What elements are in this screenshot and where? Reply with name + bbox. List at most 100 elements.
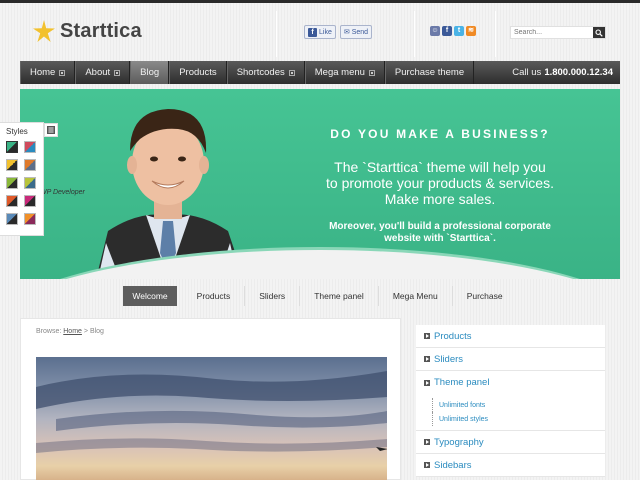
style-swatch[interactable] — [24, 177, 36, 189]
nav-item-label: Mega menu — [314, 67, 365, 78]
style-swatch[interactable] — [24, 159, 36, 171]
header: Starttica f Like ✉ Send ☺ f t ≋ — [0, 3, 640, 59]
nav-item-label: Home — [30, 67, 56, 78]
hero-sub-1: Moreover, you'll build a professional co… — [329, 221, 551, 232]
sidebar-item-label: Sidebars — [434, 459, 472, 471]
hero-sub-2: website with `Starttica`. — [384, 233, 496, 244]
logo-text: Starttica — [60, 19, 142, 42]
styles-label: Styles — [6, 127, 28, 136]
hero-line-1: The `Starttica` theme will help you — [334, 159, 546, 175]
logo[interactable]: Starttica — [32, 17, 142, 45]
sidebar-submenu: Unlimited fonts Unlimited styles — [416, 394, 605, 431]
styles-toggle-icon[interactable] — [44, 123, 58, 137]
people-icon[interactable]: ☺ — [430, 26, 440, 36]
sidebar-item-label: Products — [434, 330, 472, 342]
call-number: 1.800.000.12.34 — [544, 67, 613, 78]
rss-icon[interactable]: ≋ — [466, 26, 476, 36]
post-image[interactable] — [36, 357, 387, 480]
style-swatch[interactable] — [6, 213, 18, 225]
send-label: Send — [351, 28, 369, 36]
sidebar-item-theme-panel[interactable]: Theme panel — [416, 371, 605, 394]
breadcrumb-separator: > — [83, 328, 88, 335]
style-swatch[interactable] — [24, 141, 36, 153]
breadcrumb: Browse: Home > Blog — [36, 328, 104, 335]
call-us: Call us 1.800.000.12.34 — [512, 61, 613, 84]
arrow-bullet-icon — [424, 333, 430, 339]
send-icon: ✉ — [343, 29, 350, 36]
header-divider — [276, 11, 277, 57]
search-icon — [595, 28, 603, 37]
style-swatch[interactable] — [6, 195, 18, 207]
nav-item-shortcodes[interactable]: Shortcodes — [226, 61, 305, 84]
style-swatch[interactable] — [24, 213, 36, 225]
slider-nav: Welcome Products Sliders Theme panel Meg… — [20, 284, 620, 308]
style-swatch[interactable] — [6, 177, 18, 189]
hero-banner: WP Developer DO YOU MAKE A BUSINESS? The… — [20, 89, 620, 279]
search-box — [510, 26, 606, 39]
nav-item-label: About — [85, 67, 111, 78]
nav-item-label: Purchase theme — [394, 67, 465, 78]
subnav-item-products[interactable]: Products — [183, 286, 246, 306]
submenu-icon — [114, 69, 121, 76]
style-swatch[interactable] — [6, 141, 18, 153]
hero-headline: DO YOU MAKE A BUSINESS? — [330, 127, 550, 141]
sidebar-subitem-unlimited-styles[interactable]: Unlimited styles — [432, 412, 605, 426]
social-icons: ☺ f t ≋ — [430, 26, 476, 36]
breadcrumb-current: Blog — [89, 328, 104, 335]
arrow-bullet-icon — [424, 439, 430, 445]
send-button[interactable]: ✉ Send — [339, 25, 373, 39]
sidebar-subitem-unlimited-fonts[interactable]: Unlimited fonts — [432, 398, 605, 412]
nav-item-mega-menu[interactable]: Mega menu — [304, 61, 385, 84]
nav-item-products[interactable]: Products — [169, 61, 227, 84]
sidebar-item-sidebars[interactable]: Sidebars — [416, 454, 605, 477]
sidebar-menu: Products Sliders Theme panel Unlimited f… — [416, 325, 605, 480]
header-divider — [414, 11, 415, 57]
person-label: WP Developer — [40, 189, 85, 196]
style-swatch[interactable] — [24, 195, 36, 207]
subnav-item-theme-panel[interactable]: Theme panel — [300, 286, 379, 306]
sidebar-item-products[interactable]: Products — [416, 325, 605, 348]
breadcrumb-prefix: Browse: — [36, 328, 62, 335]
sidebar-item-typography[interactable]: Typography — [416, 431, 605, 454]
subnav-item-sliders[interactable]: Sliders — [245, 286, 301, 306]
hero-subtext: Moreover, you'll build a professional co… — [280, 221, 600, 245]
nav-item-home[interactable]: Home — [20, 61, 76, 84]
nav-item-purchase-theme[interactable]: Purchase theme — [384, 61, 475, 84]
facebook-icon: f — [308, 27, 317, 37]
search-input[interactable] — [511, 27, 593, 38]
call-label: Call us — [512, 67, 542, 78]
subnav-item-mega-menu[interactable]: Mega Menu — [379, 286, 453, 306]
nav-item-label: Blog — [140, 67, 160, 78]
hero-line-3: Make more sales. — [384, 191, 496, 207]
sidebar-item-sliders[interactable]: Sliders — [416, 348, 605, 371]
main-nav: Home About Blog Products Shortcodes Mega… — [20, 61, 620, 84]
like-button[interactable]: f Like — [304, 25, 336, 39]
sky-image — [36, 371, 387, 453]
nav-item-about[interactable]: About — [75, 61, 131, 84]
arrow-bullet-icon — [424, 379, 430, 386]
style-swatch[interactable] — [6, 159, 18, 171]
search-button[interactable] — [593, 27, 605, 38]
styles-panel: Styles — [0, 122, 58, 236]
like-label: Like — [319, 28, 332, 36]
twitter-icon[interactable]: t — [454, 26, 464, 36]
nav-item-blog[interactable]: Blog — [130, 61, 170, 84]
breadcrumb-home-link[interactable]: Home — [63, 328, 82, 335]
header-divider — [495, 11, 496, 57]
sidebar-item-label: Sliders — [434, 353, 464, 365]
submenu-icon — [288, 69, 295, 76]
facebook-icon[interactable]: f — [442, 26, 452, 36]
hero-tagline: The `Starttica` theme will help you to p… — [280, 159, 600, 207]
main-content: Browse: Home > Blog — [20, 318, 401, 480]
arrow-bullet-icon — [424, 356, 430, 362]
submenu-icon — [368, 69, 375, 76]
subnav-item-purchase[interactable]: Purchase — [453, 286, 517, 306]
arrow-bullet-icon — [424, 462, 430, 468]
star-icon — [33, 20, 55, 42]
submenu-icon — [59, 69, 66, 76]
sidebar-item-label: Theme panel — [434, 377, 490, 388]
subnav-item-welcome[interactable]: Welcome — [123, 286, 177, 306]
nav-item-label: Shortcodes — [236, 67, 285, 78]
sidebar-item-label: Typography — [434, 436, 484, 448]
social-buttons: f Like ✉ Send — [304, 25, 373, 39]
